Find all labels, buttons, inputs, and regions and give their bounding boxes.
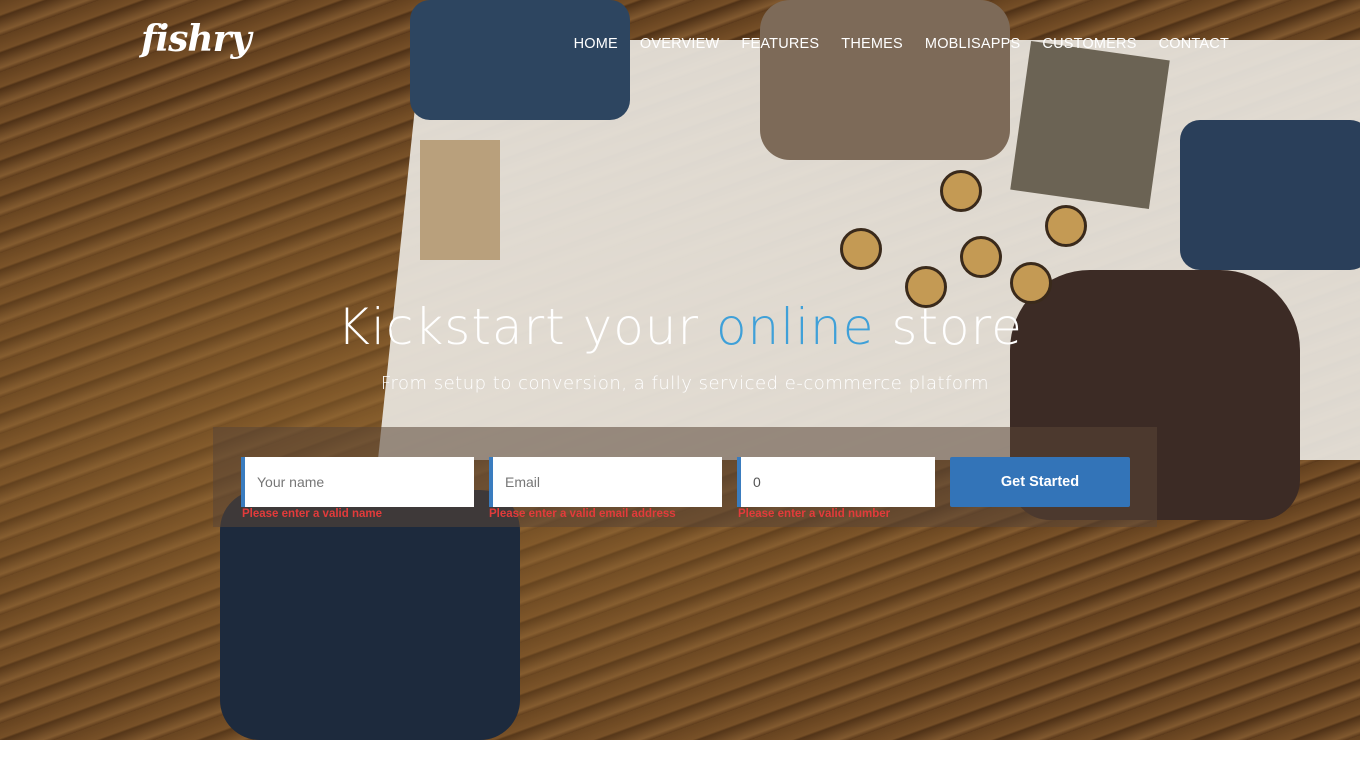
nav-item-features[interactable]: FEATURES [741,36,819,52]
nav-item-contact[interactable]: CONTACT [1159,36,1229,52]
hero-subheadline: From setup to conversion, a fully servic… [380,373,990,394]
nav-item-overview[interactable]: OVERVIEW [640,36,720,52]
brand-logo[interactable]: fishry [141,18,251,60]
email-error: Please enter a valid email address [489,508,676,520]
number-field [737,457,935,507]
nav-item-home[interactable]: HOME [574,36,618,52]
main-nav: HOME OVERVIEW FEATURES THEMES MOBLISAPPS… [574,36,1229,52]
number-error: Please enter a valid number [738,508,891,520]
hero-headline: Kickstart your online store [0,298,1360,356]
nav-item-customers[interactable]: CUSTOMERS [1042,36,1136,52]
headline-text-start: Kickstart your [337,298,716,356]
name-field [241,457,474,507]
nav-item-moblisapps[interactable]: MOBLISAPPS [925,36,1020,52]
headline-accent-word: online [715,298,875,356]
email-field [489,457,722,507]
name-error: Please enter a valid name [242,508,382,520]
get-started-button[interactable]: Get Started [950,457,1130,507]
headline-text-end: store [874,298,1023,356]
email-input[interactable] [493,457,722,507]
number-input[interactable] [741,457,935,507]
hero-content: fishry HOME OVERVIEW FEATURES THEMES MOB… [0,0,1360,781]
name-input[interactable] [245,457,474,507]
nav-item-themes[interactable]: THEMES [841,36,903,52]
